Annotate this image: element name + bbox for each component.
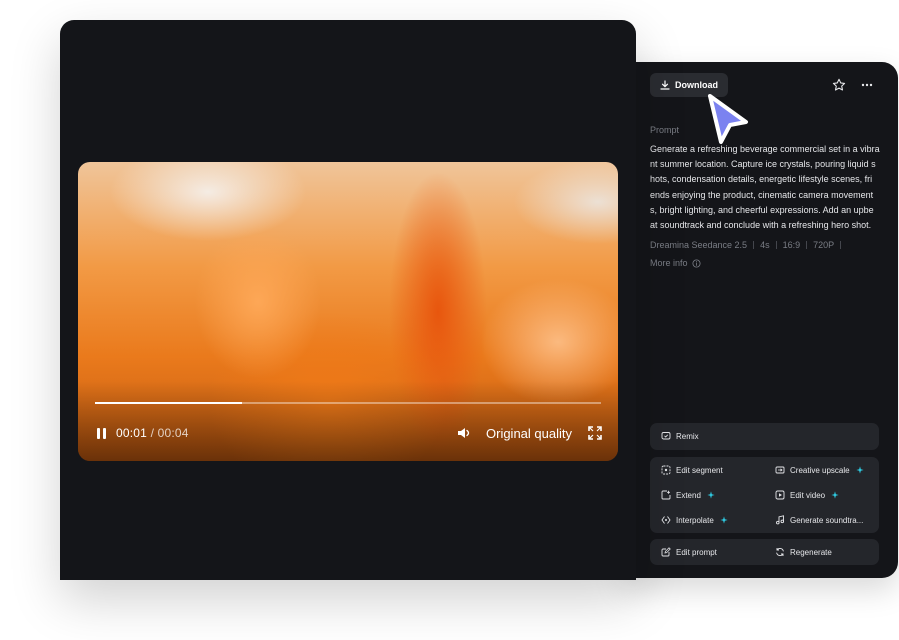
video-preview[interactable]: 00:01 / 00:04 Original quality bbox=[78, 162, 618, 461]
meta-divider bbox=[753, 241, 755, 249]
progress-bar-fill bbox=[95, 402, 242, 404]
meta-model: Dreamina Seedance 2.5 bbox=[650, 240, 748, 250]
interpolate-label: Interpolate bbox=[676, 515, 714, 525]
star-icon[interactable] bbox=[832, 78, 846, 92]
sparkle-icon bbox=[707, 491, 715, 499]
regenerate-button[interactable]: Regenerate bbox=[775, 547, 832, 557]
edit-video-icon bbox=[775, 490, 785, 500]
generation-meta: Dreamina Seedance 2.5 4s 16:9 720P bbox=[650, 240, 842, 250]
current-time: 00:01 bbox=[116, 426, 148, 440]
extend-button[interactable]: Extend bbox=[661, 490, 715, 500]
video-player-card: 00:01 / 00:04 Original quality bbox=[60, 20, 636, 580]
remix-group: Remix bbox=[650, 423, 879, 450]
edit-segment-button[interactable]: Edit segment bbox=[661, 465, 723, 475]
edit-segment-label: Edit segment bbox=[676, 465, 723, 475]
total-time: 00:04 bbox=[157, 426, 189, 440]
edit-tools-group: Edit segment Creative upscale Extend Edi… bbox=[650, 457, 879, 533]
regenerate-label: Regenerate bbox=[790, 547, 832, 557]
download-icon bbox=[660, 80, 670, 90]
meta-divider bbox=[775, 241, 777, 249]
edit-prompt-button[interactable]: Edit prompt bbox=[661, 547, 717, 557]
player-controls: 00:01 / 00:04 Original quality bbox=[94, 424, 602, 442]
meta-divider bbox=[806, 241, 808, 249]
quality-selector[interactable]: Original quality bbox=[486, 426, 572, 441]
remix-button[interactable]: Remix bbox=[661, 431, 699, 441]
edit-segment-icon bbox=[661, 465, 671, 475]
remix-icon bbox=[661, 432, 671, 440]
edit-video-label: Edit video bbox=[790, 490, 826, 500]
extend-icon bbox=[661, 490, 671, 500]
fullscreen-icon[interactable] bbox=[588, 426, 602, 440]
time-separator: / bbox=[147, 426, 158, 440]
creative-upscale-button[interactable]: Creative upscale bbox=[775, 465, 864, 475]
extend-label: Extend bbox=[676, 490, 701, 500]
meta-resolution: 720P bbox=[813, 240, 835, 250]
sparkle-icon bbox=[855, 466, 864, 474]
edit-video-button[interactable]: Edit video bbox=[775, 490, 839, 500]
generate-soundtrack-label: Generate soundtra... bbox=[790, 515, 864, 525]
prompt-text: Generate a refreshing beverage commercia… bbox=[650, 144, 880, 231]
details-panel: Download Prompt Generate a refreshing be… bbox=[622, 62, 898, 578]
time-display: 00:01 / 00:04 bbox=[116, 426, 189, 440]
more-info-link[interactable]: More info bbox=[650, 258, 701, 268]
meta-aspect: 16:9 bbox=[782, 240, 801, 250]
info-icon bbox=[692, 258, 701, 268]
prompt-label: Prompt bbox=[650, 125, 680, 135]
prompt-actions-group: Edit prompt Regenerate bbox=[650, 539, 879, 565]
meta-duration: 4s bbox=[760, 240, 770, 250]
generate-soundtrack-button[interactable]: Generate soundtra... bbox=[775, 515, 863, 525]
meta-divider bbox=[840, 241, 842, 249]
regenerate-icon bbox=[776, 548, 784, 556]
upscale-icon bbox=[775, 466, 785, 474]
sparkle-icon bbox=[720, 516, 728, 524]
remix-label: Remix bbox=[676, 431, 699, 441]
more-info-label: More info bbox=[650, 258, 688, 268]
creative-upscale-label: Creative upscale bbox=[790, 465, 850, 475]
music-note-icon bbox=[776, 515, 785, 525]
progress-bar[interactable] bbox=[95, 402, 601, 404]
more-options-icon[interactable] bbox=[860, 78, 874, 92]
pause-icon[interactable] bbox=[94, 426, 108, 440]
edit-prompt-label: Edit prompt bbox=[676, 547, 717, 557]
volume-icon[interactable] bbox=[456, 425, 472, 441]
edit-prompt-icon bbox=[661, 547, 671, 557]
sparkle-icon bbox=[831, 491, 839, 499]
cursor-pointer-icon bbox=[708, 94, 748, 144]
interpolate-button[interactable]: Interpolate bbox=[661, 515, 728, 525]
download-label: Download bbox=[675, 80, 718, 90]
interpolate-icon bbox=[661, 516, 671, 524]
